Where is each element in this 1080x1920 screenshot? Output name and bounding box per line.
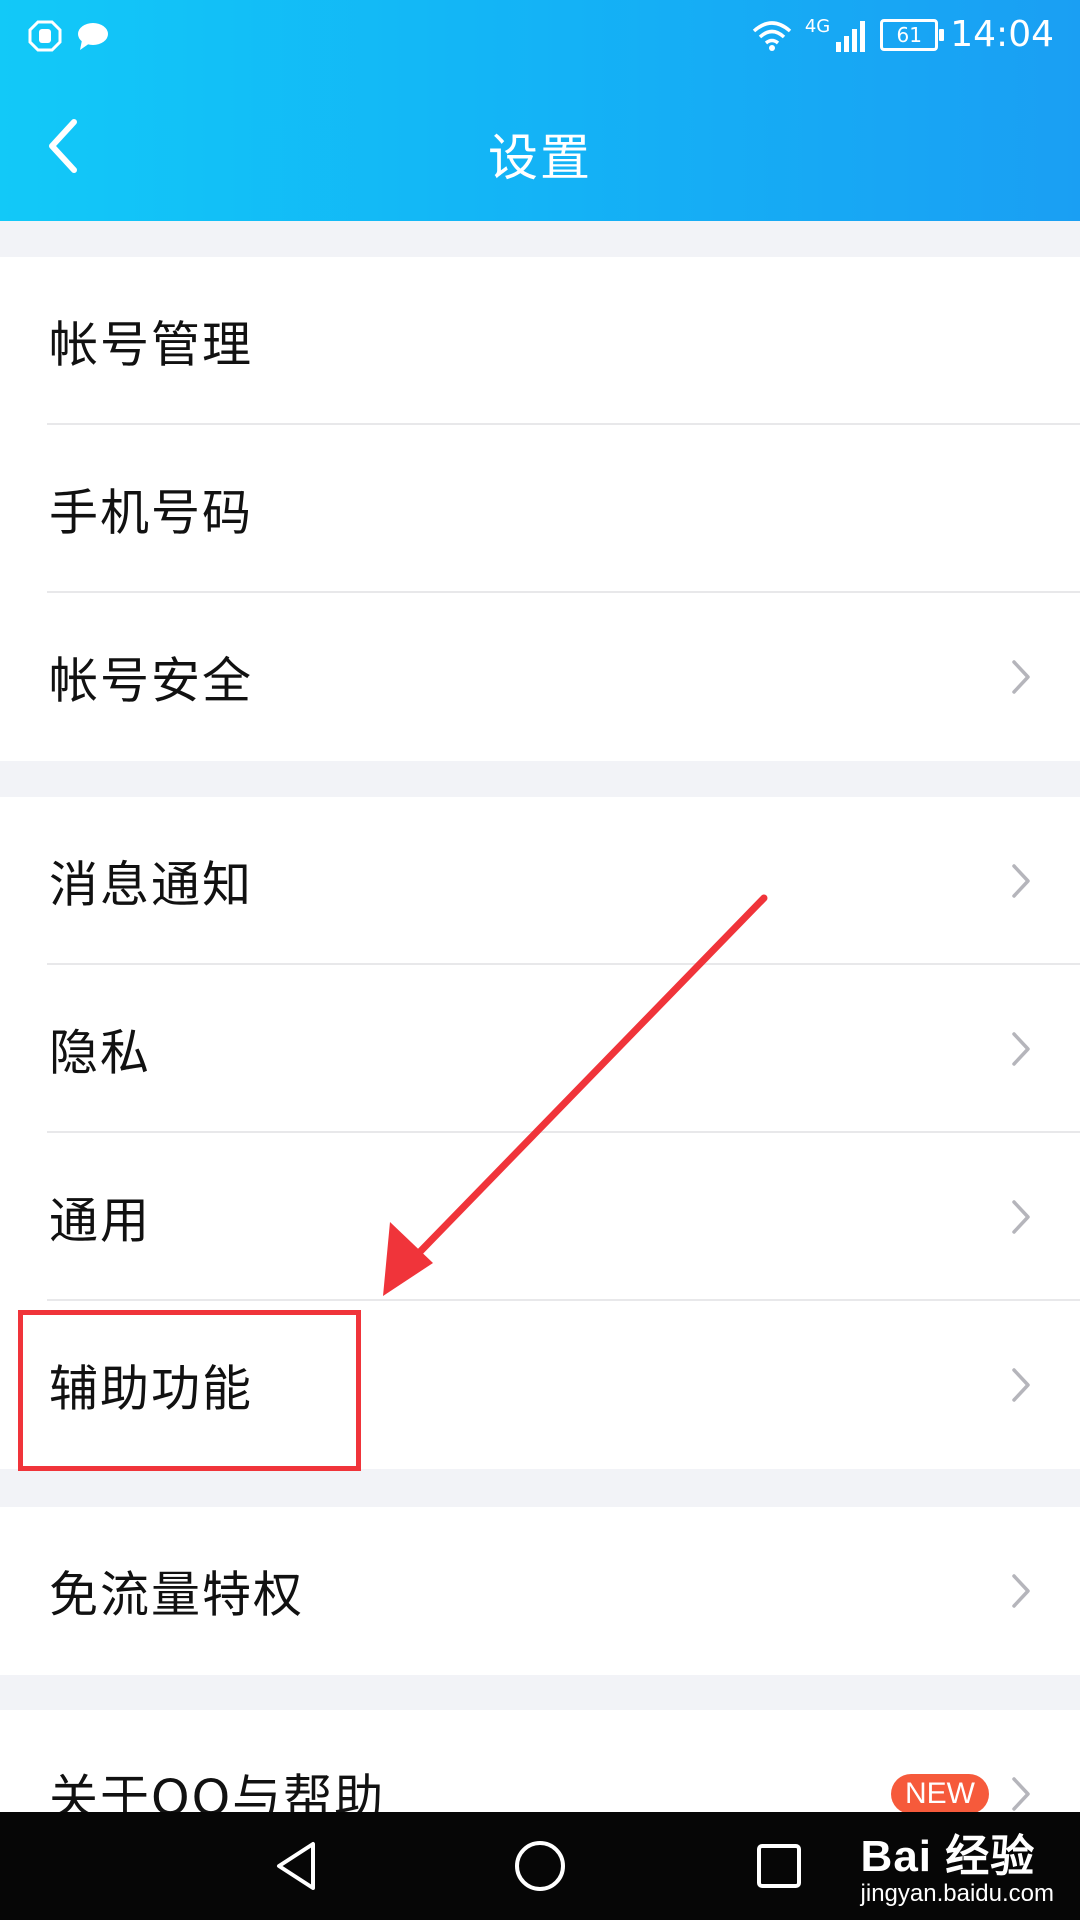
battery-level: 61 — [896, 22, 922, 47]
settings-item-label: 免流量特权 — [49, 1566, 305, 1624]
settings-item-label: 隐私 — [49, 1024, 152, 1082]
chevron-right-icon — [1012, 1032, 1030, 1066]
baidu-jingyan-watermark: Bai 经验 jingyan.baidu.com — [861, 1820, 1054, 1908]
settings-item-label: 帐号管理 — [49, 316, 254, 374]
settings-item-label: 通用 — [49, 1192, 152, 1250]
chevron-right-icon — [1012, 1200, 1030, 1234]
system-nav-bar: Bai 经验 jingyan.baidu.com — [0, 1812, 1080, 1920]
settings-item-privacy[interactable]: 隐私 — [0, 965, 1080, 1133]
settings-item-label: 帐号安全 — [49, 652, 254, 710]
signal-icon — [836, 20, 866, 52]
status-bar: 4G 61 14:04 — [0, 0, 1080, 72]
settings-group-account: 帐号管理 手机号码 帐号安全 — [0, 257, 1080, 761]
settings-item-free-data[interactable]: 免流量特权 — [0, 1507, 1080, 1675]
back-triangle-icon[interactable] — [267, 1834, 331, 1898]
message-icon — [78, 23, 108, 50]
settings-group-data: 免流量特权 — [0, 1507, 1080, 1675]
app-header: 4G 61 14:04 设置 — [0, 0, 1080, 221]
settings-item-account-security[interactable]: 帐号安全 — [0, 593, 1080, 761]
chevron-right-icon — [1012, 660, 1030, 694]
chevron-right-icon — [1012, 1368, 1030, 1402]
home-circle-icon[interactable] — [508, 1834, 572, 1898]
notification-icons — [28, 20, 110, 52]
new-badge: NEW — [891, 1774, 989, 1814]
highlight-box — [18, 1310, 361, 1471]
settings-item-general[interactable]: 通用 — [0, 1133, 1080, 1301]
settings-item-label: 消息通知 — [49, 856, 254, 914]
settings-item-label: 手机号码 — [49, 484, 254, 542]
page-title: 设置 — [488, 129, 592, 187]
settings-item-notifications[interactable]: 消息通知 — [0, 797, 1080, 965]
chevron-right-icon — [1012, 864, 1030, 898]
wifi-icon — [752, 20, 792, 51]
status-icons: 4G 61 14:04 — [751, 14, 1054, 55]
clock: 14:04 — [950, 14, 1054, 55]
settings-item-phone-number[interactable]: 手机号码 — [0, 425, 1080, 593]
network-type: 4G — [804, 16, 831, 37]
navigation-bar: 设置 — [0, 72, 1080, 221]
chevron-right-icon — [1012, 1777, 1030, 1811]
recents-square-icon[interactable] — [747, 1834, 811, 1898]
watermark-logo: Bai 经验 — [860, 1832, 1036, 1881]
chevron-right-icon — [1012, 1574, 1030, 1608]
app-notification-icon — [28, 20, 62, 52]
settings-item-account-management[interactable]: 帐号管理 — [0, 257, 1080, 425]
watermark-url: jingyan.baidu.com — [860, 1880, 1054, 1907]
battery-icon: 61 — [880, 18, 945, 51]
